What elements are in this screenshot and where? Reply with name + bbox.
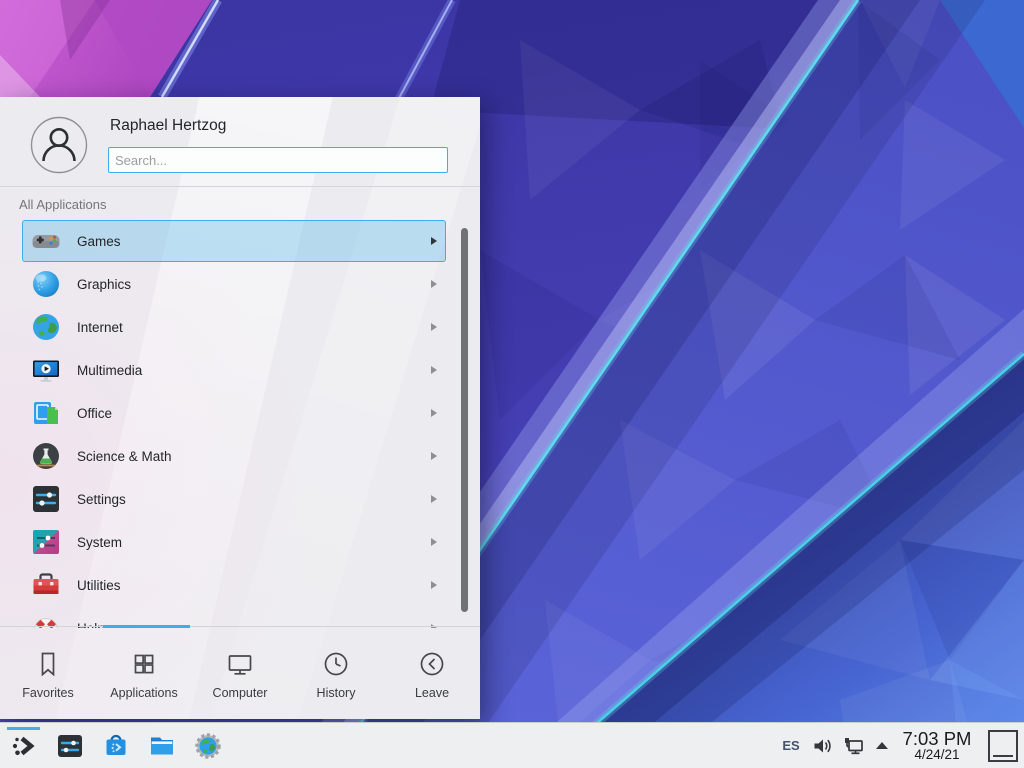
- web-globe-icon: [193, 731, 223, 761]
- discover-button[interactable]: [97, 723, 135, 768]
- menu-item-label: Multimedia: [77, 363, 431, 378]
- keyboard-layout-indicator[interactable]: ES: [774, 738, 808, 753]
- network-button[interactable]: [838, 723, 870, 768]
- search-input[interactable]: [108, 147, 448, 173]
- system-tray: ES 7:03 PM 4/24/21: [774, 723, 1024, 768]
- menu-item-internet[interactable]: Internet: [22, 306, 446, 348]
- bookmark-icon: [33, 649, 63, 679]
- user-name: Raphael Hertzog: [110, 117, 226, 135]
- kde-launcher-icon: [9, 731, 39, 761]
- section-label: All Applications: [19, 197, 106, 212]
- menu-item-label: Graphics: [77, 277, 431, 292]
- menu-item-settings[interactable]: Settings: [22, 478, 446, 520]
- submenu-arrow-icon: [431, 495, 437, 503]
- discover-icon: [101, 731, 131, 761]
- menu-header: Raphael Hertzog: [0, 97, 480, 187]
- tab-label: Favorites: [22, 686, 73, 700]
- tab-computer[interactable]: Computer: [192, 627, 288, 719]
- menu-item-label: Office: [77, 406, 431, 421]
- sphere-icon: [30, 268, 62, 300]
- active-task-indicator: [7, 727, 40, 730]
- tab-label: Computer: [213, 686, 268, 700]
- menu-item-label: Games: [77, 234, 431, 249]
- gamepad-icon: [30, 225, 62, 257]
- tab-label: Leave: [415, 686, 449, 700]
- menu-item-science-math[interactable]: Science & Math: [22, 435, 446, 477]
- digital-clock[interactable]: 7:03 PM 4/24/21: [894, 729, 980, 763]
- tab-label: Applications: [110, 686, 177, 700]
- taskbar-launchers: [0, 723, 235, 768]
- active-tab-indicator: [103, 625, 190, 628]
- tray-expander-button[interactable]: [870, 723, 894, 768]
- system-settings-button[interactable]: [51, 723, 89, 768]
- documents-icon: [30, 397, 62, 429]
- application-launcher-button[interactable]: [5, 723, 43, 768]
- submenu-arrow-icon: [431, 366, 437, 374]
- menu-tab-bar: Favorites Applications Computer: [0, 626, 480, 719]
- tab-favorites[interactable]: Favorites: [0, 627, 96, 719]
- leave-icon: [417, 649, 447, 679]
- expand-arrow-icon: [876, 742, 888, 749]
- menu-item-label: Science & Math: [77, 449, 431, 464]
- monitor-play-icon: [30, 354, 62, 386]
- submenu-arrow-icon: [431, 280, 437, 288]
- web-browser-button[interactable]: [189, 723, 227, 768]
- dolphin-icon: [147, 731, 177, 761]
- tab-history[interactable]: History: [288, 627, 384, 719]
- tab-leave[interactable]: Leave: [384, 627, 480, 719]
- system-sliders-icon: [30, 526, 62, 558]
- system-settings-icon: [55, 731, 85, 761]
- menu-item-label: Utilities: [77, 578, 431, 593]
- clock-date: 4/24/21: [914, 748, 959, 762]
- menu-item-system[interactable]: System: [22, 521, 446, 563]
- globe-icon: [30, 311, 62, 343]
- taskbar-panel: ES 7:03 PM 4/24/21: [0, 722, 1024, 768]
- show-desktop-button[interactable]: [988, 730, 1018, 762]
- volume-icon: [811, 734, 835, 758]
- submenu-arrow-icon: [431, 323, 437, 331]
- menu-item-games[interactable]: Games: [22, 220, 446, 262]
- sliders-icon: [30, 483, 62, 515]
- menu-item-multimedia[interactable]: Multimedia: [22, 349, 446, 391]
- menu-item-graphics[interactable]: Graphics: [22, 263, 446, 305]
- submenu-arrow-icon: [431, 538, 437, 546]
- grid-icon: [129, 649, 159, 679]
- menu-item-label: Settings: [77, 492, 431, 507]
- flask-icon: [30, 440, 62, 472]
- application-category-list: Games Graphics: [0, 219, 480, 628]
- submenu-arrow-icon: [431, 409, 437, 417]
- scrollbar[interactable]: [461, 228, 468, 612]
- file-manager-button[interactable]: [143, 723, 181, 768]
- application-launcher-menu: Raphael Hertzog All Applications Games: [0, 97, 480, 719]
- menu-item-office[interactable]: Office: [22, 392, 446, 434]
- menu-item-utilities[interactable]: Utilities: [22, 564, 446, 606]
- toolbox-icon: [30, 569, 62, 601]
- menu-item-help[interactable]: Help: [22, 607, 446, 628]
- tab-label: History: [317, 686, 356, 700]
- computer-icon: [225, 649, 255, 679]
- network-wired-icon: [842, 734, 866, 758]
- menu-item-label: Internet: [77, 320, 431, 335]
- clock-icon: [321, 649, 351, 679]
- clock-time: 7:03 PM: [903, 729, 972, 748]
- volume-button[interactable]: [808, 723, 838, 768]
- submenu-arrow-icon: [431, 237, 437, 245]
- tab-applications[interactable]: Applications: [96, 627, 192, 719]
- submenu-arrow-icon: [431, 581, 437, 589]
- submenu-arrow-icon: [431, 452, 437, 460]
- user-avatar-icon: [30, 116, 88, 174]
- menu-item-label: System: [77, 535, 431, 550]
